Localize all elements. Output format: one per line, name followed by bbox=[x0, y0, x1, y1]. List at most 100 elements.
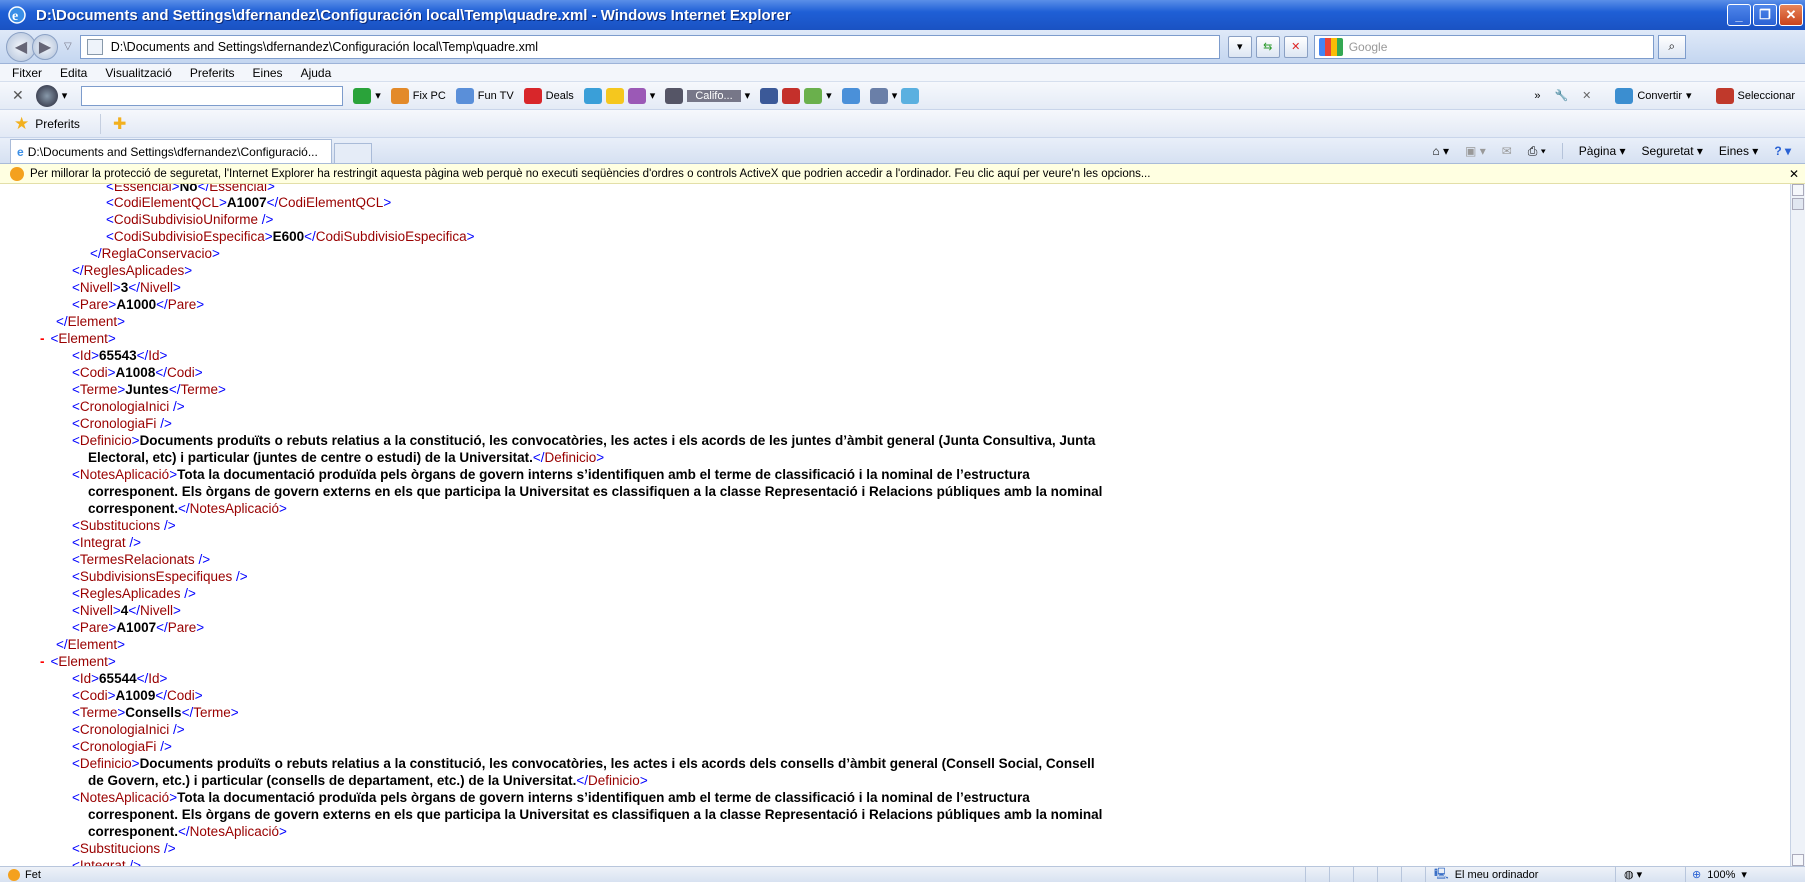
eines-menu[interactable]: Eines ▾ bbox=[1719, 144, 1758, 158]
xml-line: </ReglesAplicades> bbox=[72, 263, 193, 278]
zone-label: El meu ordinador bbox=[1454, 868, 1539, 881]
addon-toolbar: ✕ ▾ ▾ Fix PC Fun TV Deals ▾ Califo... ▾ ▾… bbox=[0, 82, 1805, 110]
xml-line: corresponent. Els òrgans de govern exter… bbox=[88, 807, 1103, 822]
xml-line: <Id>65544</Id> bbox=[72, 671, 168, 686]
menu-visualitzacio[interactable]: Visualització bbox=[105, 66, 171, 80]
weather-button[interactable]: Califo... ▾ bbox=[665, 87, 750, 104]
close-button[interactable]: ✕ bbox=[1779, 4, 1803, 26]
seguretat-menu[interactable]: Seguretat ▾ bbox=[1642, 144, 1703, 158]
infobar-close-icon[interactable]: ✕ bbox=[1789, 167, 1799, 181]
shield-warning-icon bbox=[10, 166, 24, 181]
xml-line: <CodiElementQCL>A1007</CodiElementQCL> bbox=[106, 195, 392, 210]
home-icon[interactable]: ⌂ ▾ bbox=[1432, 144, 1449, 158]
xml-line: <Id>65543</Id> bbox=[72, 348, 168, 363]
search-button[interactable]: ⌕ bbox=[1657, 34, 1686, 59]
tab-quadre-xml[interactable]: e D:\Documents and Settings\dfernandez\C… bbox=[10, 139, 332, 163]
deals-button[interactable]: Deals bbox=[523, 87, 574, 104]
menu-eines[interactable]: Eines bbox=[253, 66, 283, 80]
favorites-button[interactable]: Preferits bbox=[35, 117, 80, 131]
search-input[interactable]: Google bbox=[1313, 34, 1654, 59]
information-bar[interactable]: Per millorar la protecció de seguretat, … bbox=[0, 164, 1805, 184]
page-icon bbox=[86, 38, 103, 55]
convertir-button[interactable]: Convertir ▾ bbox=[1615, 87, 1692, 104]
social-buttons[interactable]: ▾ bbox=[760, 87, 832, 104]
xml-line: <NotesAplicació>Tota la documentació pro… bbox=[72, 790, 1030, 805]
seguretat-label: Seguretat bbox=[1641, 144, 1694, 158]
address-row: ◀ ▶ ▽ D:\Documents and Settings\dfernand… bbox=[0, 30, 1805, 64]
computer-icon: 🖳 bbox=[1434, 868, 1449, 880]
toolbar-logo-dropdown-icon[interactable]: ▾ bbox=[62, 89, 68, 102]
print-icon[interactable]: ⎙ ▾ bbox=[1528, 144, 1546, 159]
xml-line: corresponent. Els òrgans de govern exter… bbox=[88, 484, 1103, 499]
toolbar-logo-icon[interactable] bbox=[35, 84, 58, 107]
xml-line: <ReglesAplicades /> bbox=[72, 586, 196, 601]
mail-icon[interactable]: ✉ bbox=[1502, 144, 1512, 158]
help-icon[interactable]: ? ▾ bbox=[1774, 144, 1791, 158]
fixpc-label: Fix PC bbox=[412, 89, 446, 102]
xml-element-toggle[interactable]: - <Element> bbox=[40, 653, 116, 670]
vertical-scrollbar[interactable] bbox=[1790, 184, 1805, 866]
funtv-label: Fun TV bbox=[477, 89, 514, 102]
xml-line: corresponent.</NotesAplicació> bbox=[88, 824, 287, 839]
address-input[interactable]: D:\Documents and Settings\dfernandez\Con… bbox=[79, 34, 1220, 59]
toolbar-overflow-icon[interactable]: » bbox=[1534, 90, 1540, 102]
refresh-button[interactable]: ⇆ bbox=[1255, 35, 1280, 58]
xml-line: <Integrat /> bbox=[72, 858, 142, 866]
zoom-icon: ⊕ bbox=[1692, 869, 1702, 881]
toolbar-go-button[interactable]: ▾ bbox=[353, 87, 381, 104]
favorites-star-icon: ★ bbox=[14, 113, 30, 133]
zoom-control[interactable]: ⊕ 100% ▾ bbox=[1685, 866, 1805, 882]
messenger-button[interactable] bbox=[841, 87, 860, 104]
history-dropdown-icon[interactable]: ▽ bbox=[64, 41, 72, 52]
ie-logo-icon: e bbox=[8, 6, 26, 24]
xml-line: <Definicio>Documents produïts o rebuts r… bbox=[72, 756, 1095, 771]
xml-line: corresponent.</NotesAplicació> bbox=[88, 501, 287, 516]
xml-element-toggle[interactable]: - <Element> bbox=[40, 330, 116, 347]
screen-button[interactable]: ▾ bbox=[869, 87, 920, 104]
seleccionar-button[interactable]: Seleccionar bbox=[1715, 87, 1795, 104]
fixpc-icon bbox=[390, 87, 409, 104]
protected-mode-dropdown[interactable]: ◍ ▾ bbox=[1615, 866, 1685, 882]
feeds-icon[interactable]: ▣ ▾ bbox=[1465, 144, 1486, 158]
fixpc-button[interactable]: Fix PC bbox=[390, 87, 446, 104]
smiley-icons-button[interactable]: ▾ bbox=[583, 87, 655, 104]
pagina-menu[interactable]: Pàgina ▾ bbox=[1579, 144, 1626, 158]
security-zone[interactable]: 🖳 El meu ordinador bbox=[1425, 866, 1615, 882]
convert-close-icon[interactable]: ✕ bbox=[1582, 89, 1591, 102]
scroll-thumb[interactable] bbox=[1792, 198, 1804, 210]
xml-line: <Nivell>3</Nivell> bbox=[72, 280, 181, 295]
search-placeholder: Google bbox=[1348, 39, 1388, 54]
add-favorite-icon[interactable]: ✚ bbox=[99, 113, 126, 134]
menu-ajuda[interactable]: Ajuda bbox=[301, 66, 332, 80]
weather-label: Califo... bbox=[687, 89, 741, 102]
forward-button[interactable]: ▶ bbox=[32, 33, 58, 60]
menu-edita[interactable]: Edita bbox=[60, 66, 87, 80]
stop-button[interactable]: ✕ bbox=[1283, 35, 1308, 58]
deals-label: Deals bbox=[545, 89, 574, 102]
toolbar-close-icon[interactable]: ✕ bbox=[12, 87, 24, 104]
toolbar-search-input[interactable] bbox=[81, 85, 344, 106]
new-tab-button[interactable] bbox=[334, 143, 372, 163]
tab-title: D:\Documents and Settings\dfernandez\Con… bbox=[27, 144, 318, 159]
wrench-icon[interactable]: 🔧 bbox=[1554, 89, 1568, 102]
window-title: D:\Documents and Settings\dfernandez\Con… bbox=[36, 6, 791, 24]
xml-line: <CodiSubdivisioUniforme /> bbox=[106, 212, 274, 227]
menu-fitxer[interactable]: Fitxer bbox=[12, 66, 42, 80]
funtv-button[interactable]: Fun TV bbox=[455, 87, 514, 104]
xml-line: <Substitucions /> bbox=[72, 518, 176, 533]
back-arrow-icon: ◀ bbox=[14, 38, 28, 56]
eines-label: Eines bbox=[1718, 144, 1749, 158]
scroll-up-button[interactable] bbox=[1792, 184, 1804, 196]
menu-preferits[interactable]: Preferits bbox=[190, 66, 235, 80]
address-url: D:\Documents and Settings\dfernandez\Con… bbox=[110, 39, 539, 54]
xml-line: <Pare>A1000</Pare> bbox=[72, 297, 205, 312]
xml-line: <Codi>A1009</Codi> bbox=[72, 688, 203, 703]
forward-arrow-icon: ▶ bbox=[38, 38, 52, 56]
xml-line: Electoral, etc) i particular (juntes de … bbox=[88, 450, 605, 465]
scroll-down-button[interactable] bbox=[1792, 854, 1804, 866]
minimize-button[interactable]: _ bbox=[1727, 4, 1751, 26]
restore-button[interactable]: ❐ bbox=[1753, 4, 1777, 26]
tab-row: e D:\Documents and Settings\dfernandez\C… bbox=[0, 138, 1805, 164]
xml-line: <CronologiaFi /> bbox=[72, 416, 172, 431]
address-dropdown-button[interactable]: ▾ bbox=[1227, 35, 1252, 58]
